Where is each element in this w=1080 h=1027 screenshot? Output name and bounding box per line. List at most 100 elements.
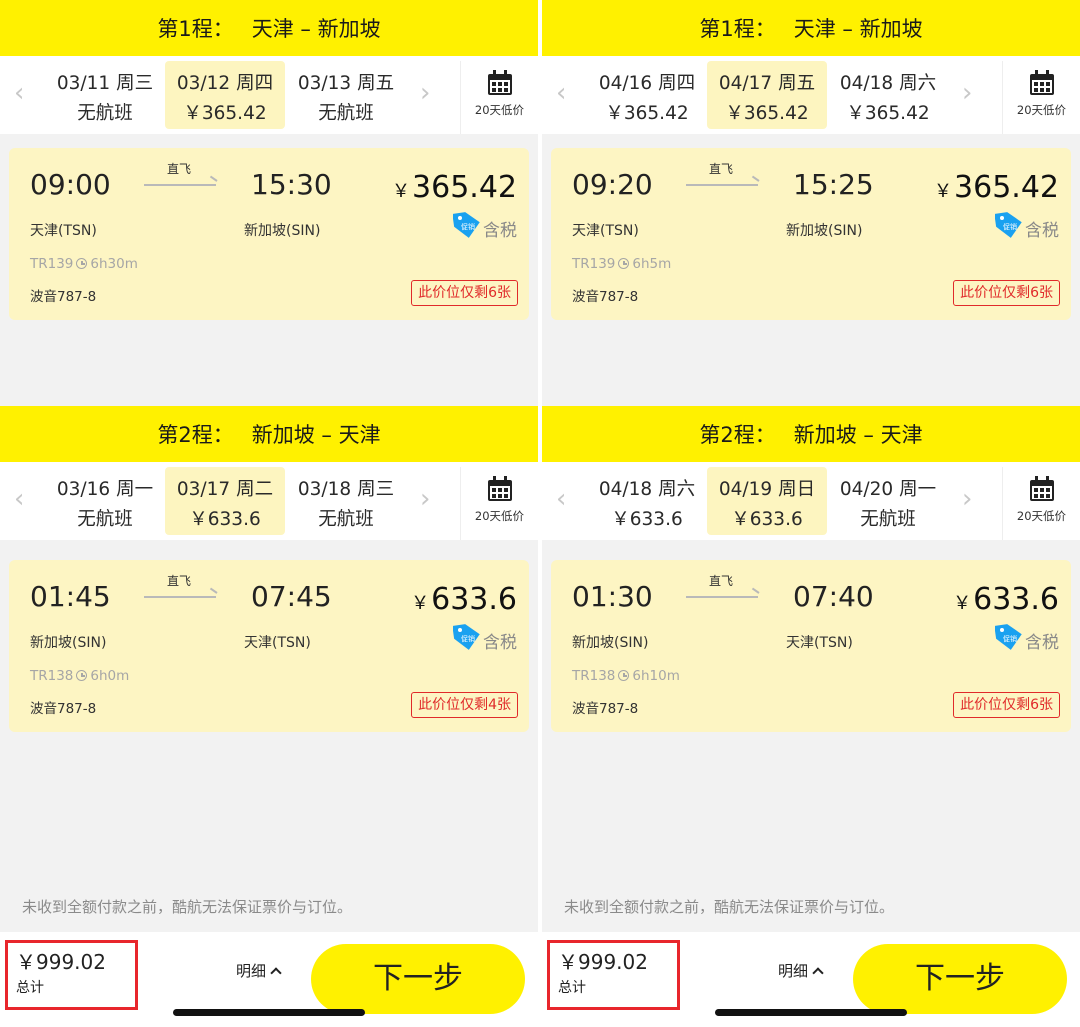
departure-airport: 新加坡(SIN) — [572, 635, 649, 651]
calendar-label: 20天低价 — [474, 509, 525, 523]
date-option-selected[interactable]: 04/19 周日 ￥633.6 — [707, 467, 827, 535]
promo-text: 促销 — [461, 634, 475, 643]
next-date-arrow-icon[interactable]: › — [420, 484, 430, 514]
total-price: ￥999.02 — [558, 950, 648, 974]
calendar-icon — [1029, 70, 1054, 95]
leg-sequence: 第2程： — [699, 423, 776, 447]
home-indicator — [715, 1009, 907, 1016]
flight-price: ￥365.42 — [392, 170, 517, 205]
calendar-label: 20天低价 — [1016, 103, 1067, 117]
departure-time: 01:30 — [572, 580, 653, 613]
next-date-arrow-icon[interactable]: › — [420, 78, 430, 108]
date-option-selected[interactable]: 03/17 周二 ￥633.6 — [165, 467, 285, 535]
calendar-label: 20天低价 — [1016, 509, 1067, 523]
next-date-arrow-icon[interactable]: › — [962, 78, 972, 108]
calendar-icon — [1029, 476, 1054, 501]
leg-header: 第1程： 天津 – 新加坡 — [0, 0, 538, 56]
date-option[interactable]: 03/13 周五 无航班 — [286, 61, 406, 129]
prev-date-arrow-icon[interactable]: ‹ — [14, 484, 24, 514]
flight-price: ￥633.6 — [953, 582, 1059, 617]
date-price: ￥365.42 — [725, 103, 809, 124]
clock-icon — [76, 670, 88, 681]
date-price: ￥365.42 — [605, 103, 689, 124]
leg-route: 天津 – 新加坡 — [251, 17, 381, 41]
date-option[interactable]: 03/11 周三 无航班 — [45, 61, 165, 129]
departure-time: 09:20 — [572, 168, 653, 201]
payment-disclaimer: 未收到全额付款之前，酷航无法保证票价与订位。 — [564, 898, 895, 916]
date-option[interactable]: 03/18 周三 无航班 — [286, 467, 406, 535]
route-arrow-icon — [686, 596, 758, 598]
date-option[interactable]: 04/18 周六 ￥633.6 — [587, 467, 707, 535]
leg-2-section: 第2程： 新加坡 – 天津 ‹ 04/18 周六 ￥633.6 04/19 周日… — [542, 406, 1080, 732]
departure-airport: 天津(TSN) — [572, 223, 639, 239]
low-price-calendar-button[interactable]: 20天低价 — [1002, 467, 1080, 540]
date-option[interactable]: 03/16 周一 无航班 — [45, 467, 165, 535]
flight-number: TR139 — [572, 256, 616, 272]
aircraft-type: 波音787-8 — [572, 289, 639, 305]
prev-date-arrow-icon[interactable]: ‹ — [556, 484, 566, 514]
promo-text: 促销 — [461, 222, 475, 231]
flight-duration: 6h30m — [90, 256, 138, 272]
flight-card[interactable]: 01:45 直飞 07:45 新加坡(SIN) 天津(TSN) TR138 6h0… — [9, 560, 529, 732]
date-price: ￥633.6 — [731, 509, 803, 530]
flight-number: TR138 — [572, 668, 616, 684]
prev-date-arrow-icon[interactable]: ‹ — [556, 78, 566, 108]
promo-text: 促销 — [1003, 634, 1017, 643]
payment-disclaimer: 未收到全额付款之前，酷航无法保证票价与订位。 — [22, 898, 353, 916]
arrival-time: 07:40 — [793, 580, 874, 613]
route-arrow-icon — [686, 184, 758, 186]
date-option-selected[interactable]: 04/17 周五 ￥365.42 — [707, 61, 827, 129]
date-label: 03/17 周二 — [176, 479, 274, 500]
prev-date-arrow-icon[interactable]: ‹ — [14, 78, 24, 108]
booking-panel-right: 第1程： 天津 – 新加坡 ‹ 04/16 周四 ￥365.42 04/17 周… — [542, 0, 1080, 1027]
date-strip: ‹ 04/16 周四 ￥365.42 04/17 周五 ￥365.42 04/1… — [542, 56, 1080, 134]
date-label: 03/11 周三 — [56, 73, 154, 94]
date-strip: ‹ 03/16 周一 无航班 03/17 周二 ￥633.6 03/18 周三 … — [0, 462, 538, 540]
date-label: 04/19 周日 — [718, 479, 816, 500]
date-price: 无航班 — [318, 103, 374, 124]
flight-info: TR138 6h0m — [30, 668, 129, 684]
leg-route: 新加坡 – 天津 — [793, 423, 923, 447]
flight-card[interactable]: 01:30 直飞 07:40 新加坡(SIN) 天津(TSN) TR138 6h1… — [551, 560, 1071, 732]
next-step-button[interactable]: 下一步 — [853, 944, 1067, 1014]
low-price-calendar-button[interactable]: 20天低价 — [460, 467, 538, 540]
arrival-time: 07:45 — [251, 580, 332, 613]
date-strip: ‹ 04/18 周六 ￥633.6 04/19 周日 ￥633.6 04/20 … — [542, 462, 1080, 540]
price-amount: 365.42 — [412, 170, 517, 205]
date-option[interactable]: 04/20 周一 无航班 — [828, 467, 948, 535]
low-price-calendar-button[interactable]: 20天低价 — [1002, 61, 1080, 134]
total-price: ￥999.02 — [16, 950, 106, 974]
tax-included-label: 含税 — [1025, 633, 1059, 653]
tax-included-label: 含税 — [483, 633, 517, 653]
date-price: 无航班 — [860, 509, 916, 530]
date-label: 03/12 周四 — [176, 73, 274, 94]
next-date-arrow-icon[interactable]: › — [962, 484, 972, 514]
seats-remaining-badge: 此价位仅剩4张 — [411, 692, 518, 718]
price-detail-toggle[interactable]: 明细 — [236, 960, 282, 981]
price-detail-toggle[interactable]: 明细 — [778, 960, 824, 981]
direct-flight-label: 直飞 — [709, 574, 734, 588]
flight-card[interactable]: 09:00 直飞 15:30 天津(TSN) 新加坡(SIN) TR139 6h3… — [9, 148, 529, 320]
date-price: ￥365.42 — [846, 103, 930, 124]
detail-label: 明细 — [778, 962, 809, 980]
next-step-button[interactable]: 下一步 — [311, 944, 525, 1014]
date-option[interactable]: 04/18 周六 ￥365.42 — [828, 61, 948, 129]
price-amount: 633.6 — [973, 582, 1059, 617]
leg-1-section: 第1程： 天津 – 新加坡 ‹ 04/16 周四 ￥365.42 04/17 周… — [542, 0, 1080, 320]
date-option[interactable]: 04/16 周四 ￥365.42 — [587, 61, 707, 129]
date-label: 03/13 周五 — [297, 73, 395, 94]
date-price: 无航班 — [77, 103, 133, 124]
detail-label: 明细 — [236, 962, 267, 980]
aircraft-type: 波音787-8 — [30, 701, 97, 717]
departure-time: 09:00 — [30, 168, 111, 201]
tax-included-label: 含税 — [1025, 221, 1059, 241]
flight-info: TR138 6h10m — [572, 668, 680, 684]
low-price-calendar-button[interactable]: 20天低价 — [460, 61, 538, 134]
date-option-selected[interactable]: 03/12 周四 ￥365.42 — [165, 61, 285, 129]
leg-route: 新加坡 – 天津 — [251, 423, 381, 447]
calendar-icon — [487, 70, 512, 95]
date-price: ￥365.42 — [183, 103, 267, 124]
flight-card[interactable]: 09:20 直飞 15:25 天津(TSN) 新加坡(SIN) TR139 6h5… — [551, 148, 1071, 320]
leg-sequence: 第1程： — [157, 17, 234, 41]
aircraft-type: 波音787-8 — [30, 289, 97, 305]
